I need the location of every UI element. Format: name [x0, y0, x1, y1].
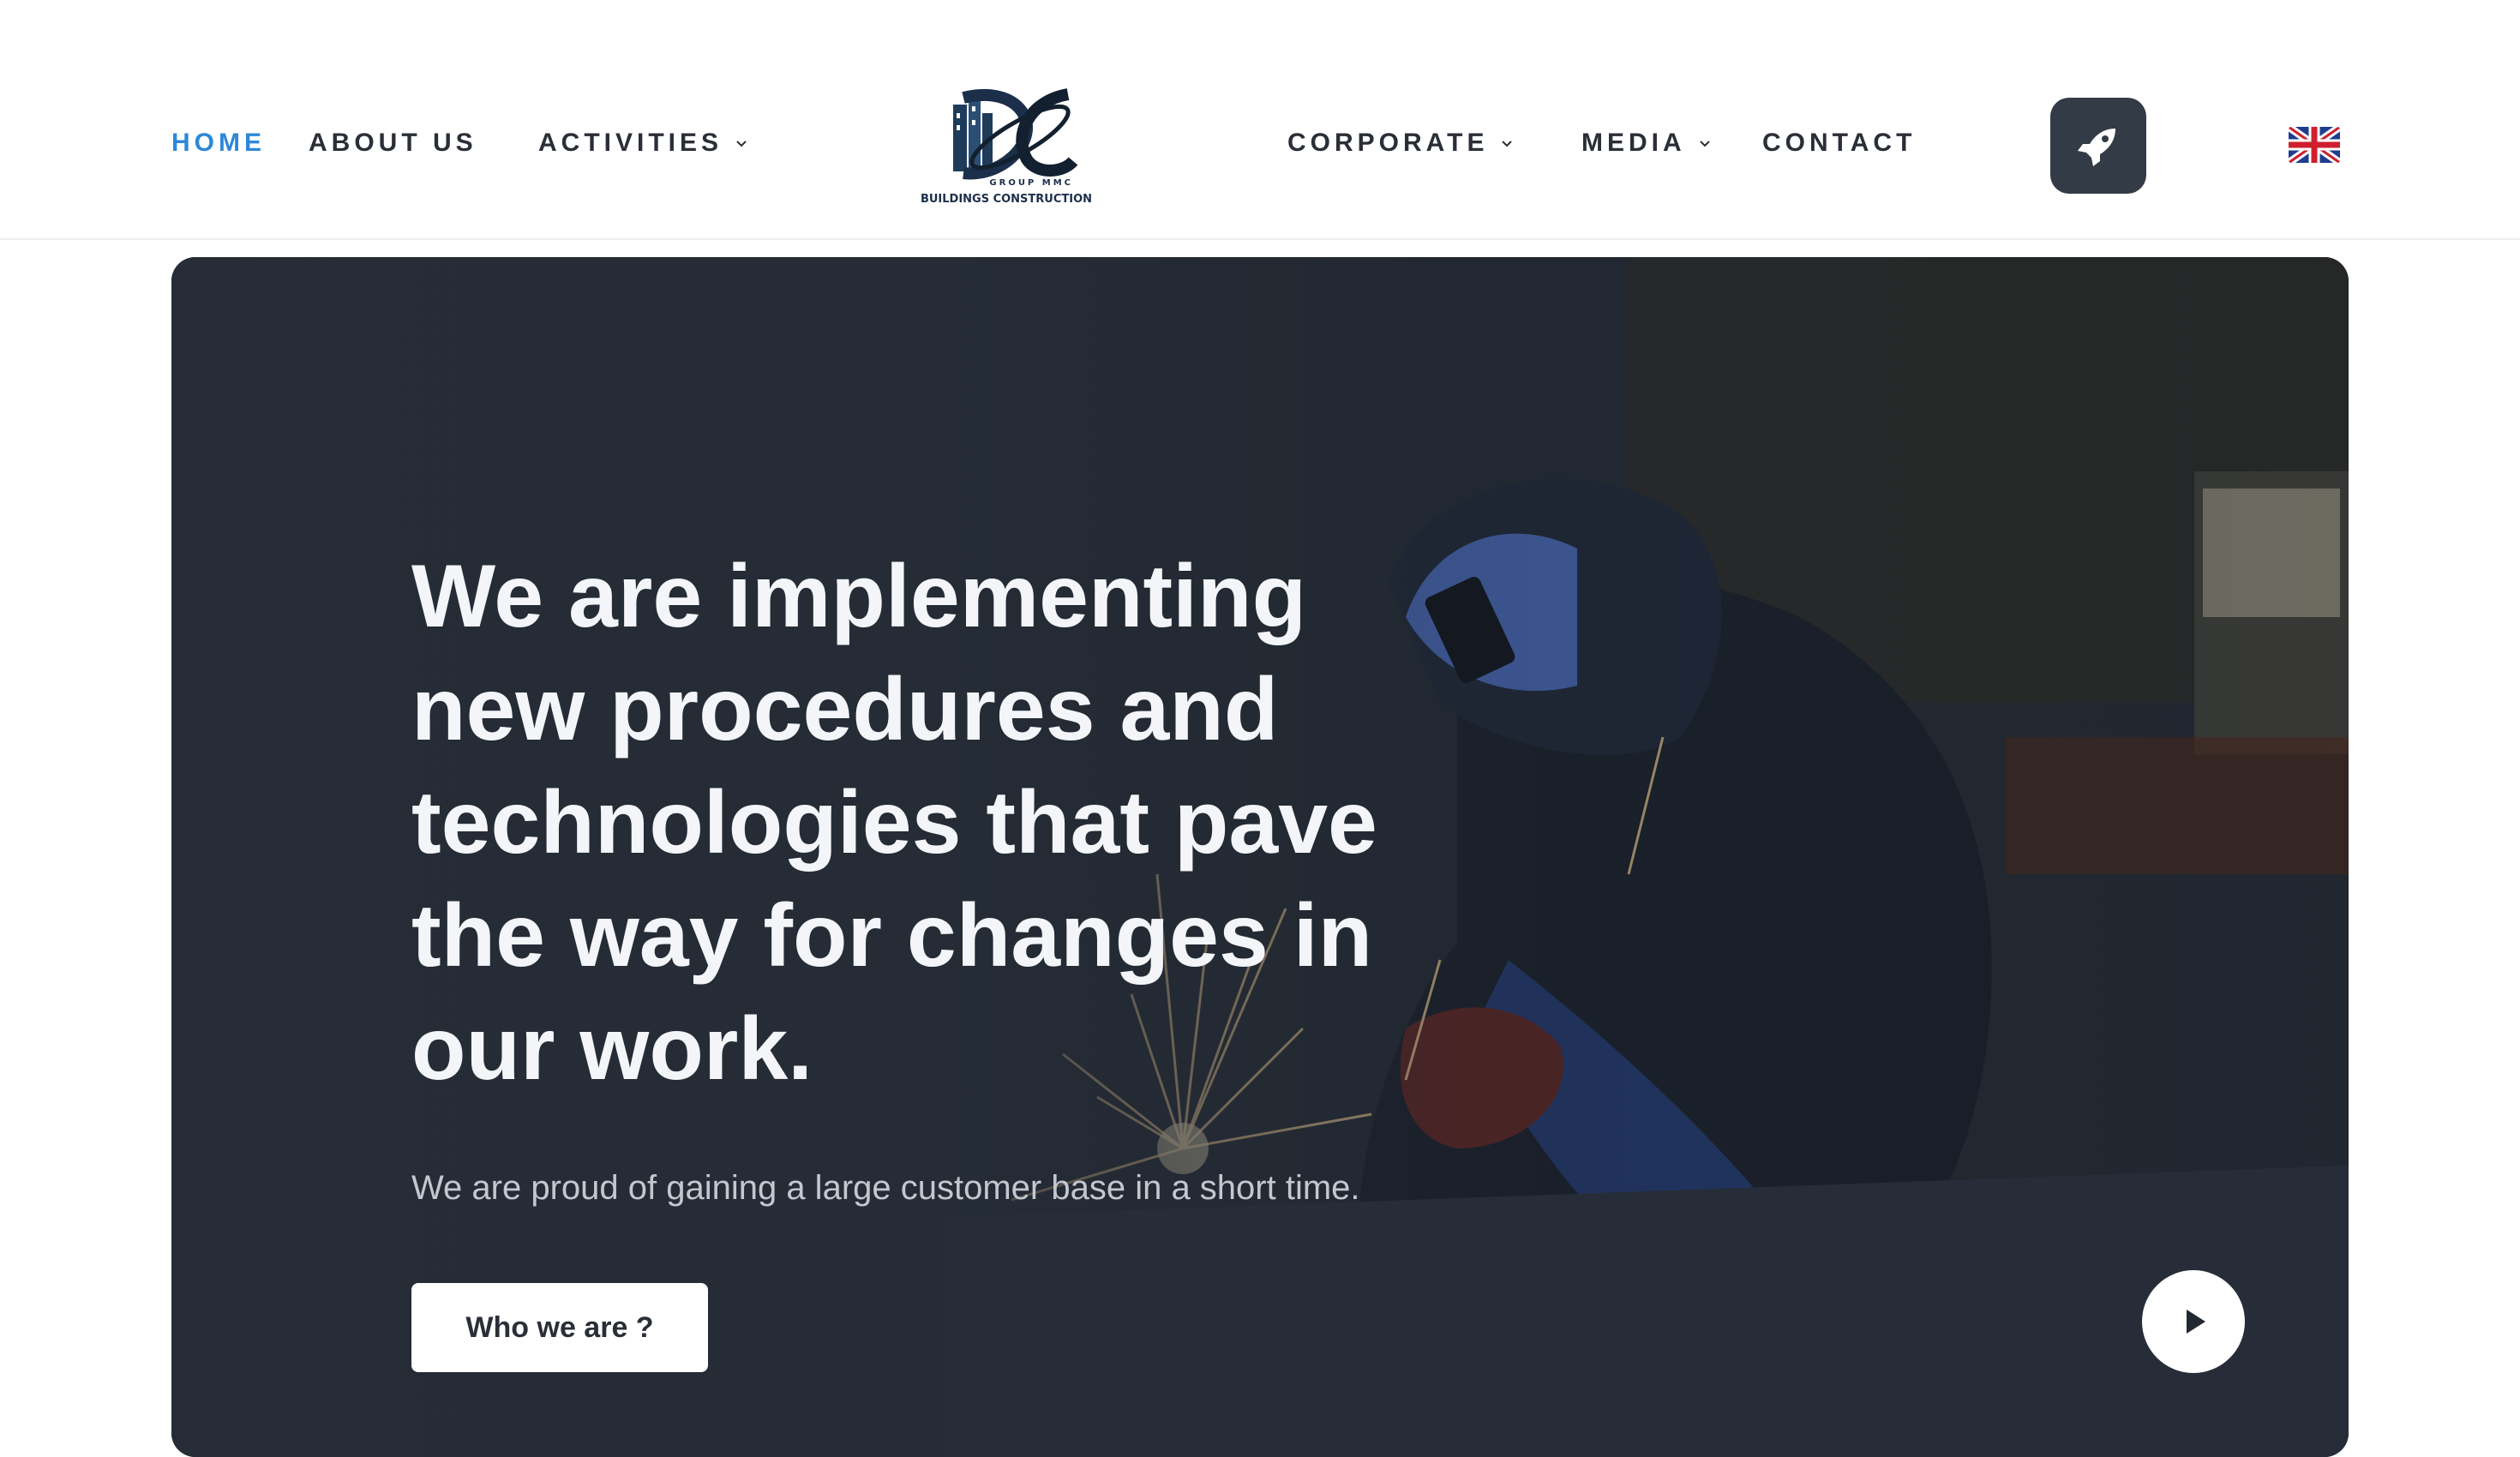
play-video-button[interactable]	[2142, 1270, 2245, 1373]
nav-home[interactable]: HOME	[171, 129, 266, 158]
nav-about-us-label: ABOUT US	[309, 129, 477, 157]
nav-contact[interactable]: CONTACT	[1762, 129, 1916, 158]
nav-contact-label: CONTACT	[1762, 129, 1917, 157]
who-we-are-button[interactable]: Who we are ?	[411, 1283, 708, 1372]
company-logo[interactable]: GROUP MMC BUILDINGS CONSTRUCTION	[917, 75, 1106, 214]
chevron-down-icon	[1699, 141, 1710, 147]
chevron-down-icon	[1502, 141, 1513, 147]
chevron-down-icon	[736, 141, 747, 147]
hero-section: We are implementing new procedures and t…	[171, 257, 2349, 1457]
nav-activities-label: ACTIVITIES	[538, 129, 723, 157]
site-header: HOME ABOUT US ACTIVITIES GROUP MMC BUILD…	[0, 0, 2520, 240]
nav-home-label: HOME	[171, 129, 266, 157]
rocket-icon	[2078, 129, 2115, 166]
logo-brand-text: GROUP MMC	[989, 178, 1073, 188]
uk-flag-icon	[2289, 127, 2340, 163]
language-switcher[interactable]	[2289, 127, 2340, 163]
nav-about-us[interactable]: ABOUT US	[309, 129, 477, 158]
nav-activities[interactable]: ACTIVITIES	[538, 129, 748, 158]
logo-mark: GROUP MMC BUILDINGS CONSTRUCTION	[921, 88, 1092, 206]
logo-tagline: BUILDINGS CONSTRUCTION	[921, 193, 1092, 206]
nav-corporate-label: CORPORATE	[1287, 129, 1489, 157]
play-icon	[2187, 1310, 2205, 1334]
nav-corporate[interactable]: CORPORATE	[1287, 129, 1514, 158]
hero-headline: We are implementing new procedures and t…	[411, 547, 1377, 1099]
nav-media[interactable]: MEDIA	[1581, 129, 1712, 158]
rocket-button[interactable]	[2050, 98, 2146, 194]
who-we-are-label: Who we are ?	[465, 1310, 654, 1344]
hero-subline: We are proud of gaining a large customer…	[411, 1169, 1360, 1207]
nav-media-label: MEDIA	[1581, 129, 1686, 157]
